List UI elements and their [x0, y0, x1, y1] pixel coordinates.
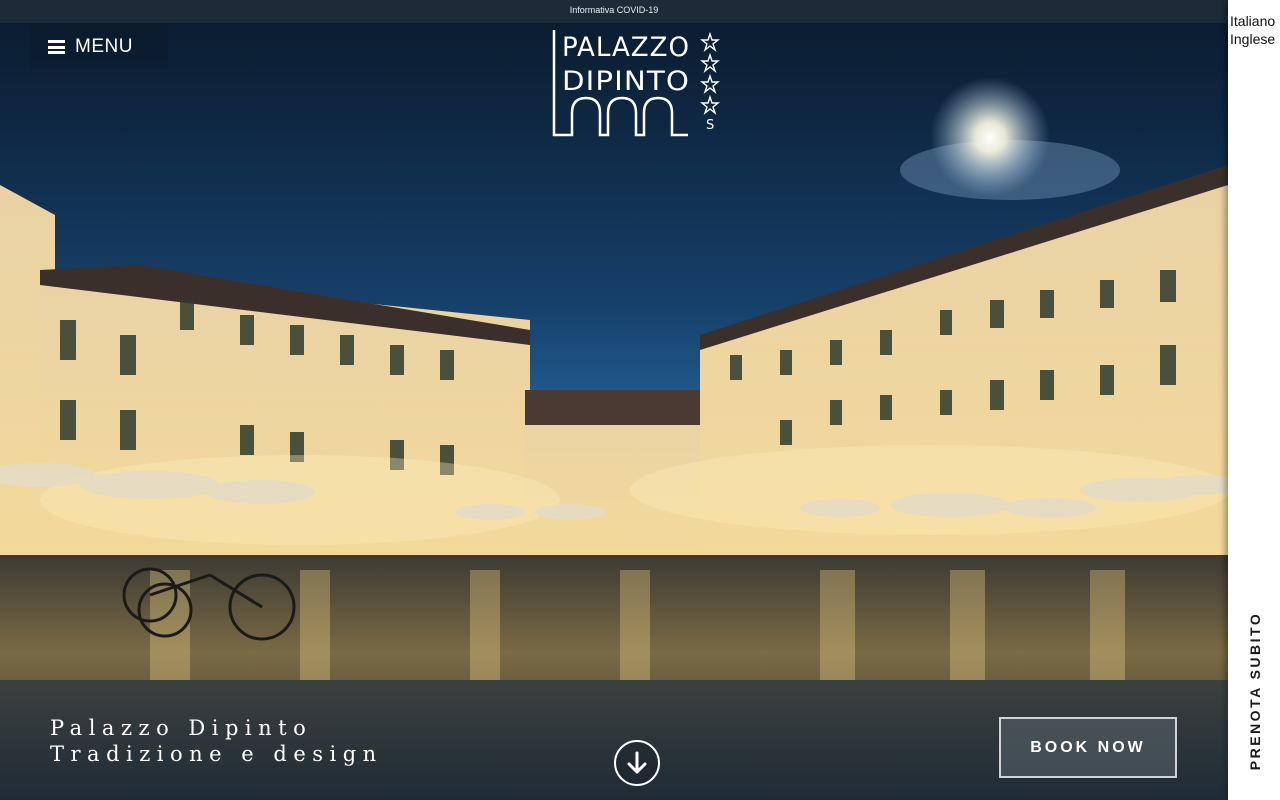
- covid-info-link[interactable]: Informativa COVID-19: [570, 5, 659, 15]
- hero-tagline: Palazzo Dipinto Tradizione e design: [50, 715, 383, 767]
- palazzo-dipinto-logo[interactable]: PALAZZO DIPINTO S: [552, 28, 722, 138]
- superior-badge: S: [706, 118, 714, 133]
- menu-label: MENU: [75, 36, 133, 57]
- logo-line-2: DIPINTO: [562, 66, 690, 97]
- language-option-inglese[interactable]: Inglese: [1228, 30, 1275, 48]
- arrow-down-icon: [627, 751, 647, 774]
- prenota-subito-label: PRENOTA SUBITO: [1247, 611, 1264, 771]
- book-now-label: BOOK NOW: [1030, 738, 1146, 756]
- covid-notice-bar: Informativa COVID-19: [0, 0, 1228, 23]
- tagline-title: Palazzo Dipinto: [50, 716, 313, 740]
- language-option-italiano[interactable]: Italiano: [1228, 12, 1275, 30]
- scroll-down-button[interactable]: [614, 740, 660, 786]
- stars-rating: [700, 31, 720, 116]
- menu-button[interactable]: MENU: [30, 24, 168, 70]
- prenota-subito-button[interactable]: PRENOTA SUBITO: [1245, 600, 1265, 782]
- tagline-subtitle: Tradizione e design: [50, 742, 383, 766]
- hamburger-icon: [48, 40, 65, 54]
- logo-line-1: PALAZZO: [562, 32, 690, 63]
- language-list: Italiano Inglese: [1228, 12, 1275, 48]
- book-now-button[interactable]: BOOK NOW: [999, 717, 1177, 778]
